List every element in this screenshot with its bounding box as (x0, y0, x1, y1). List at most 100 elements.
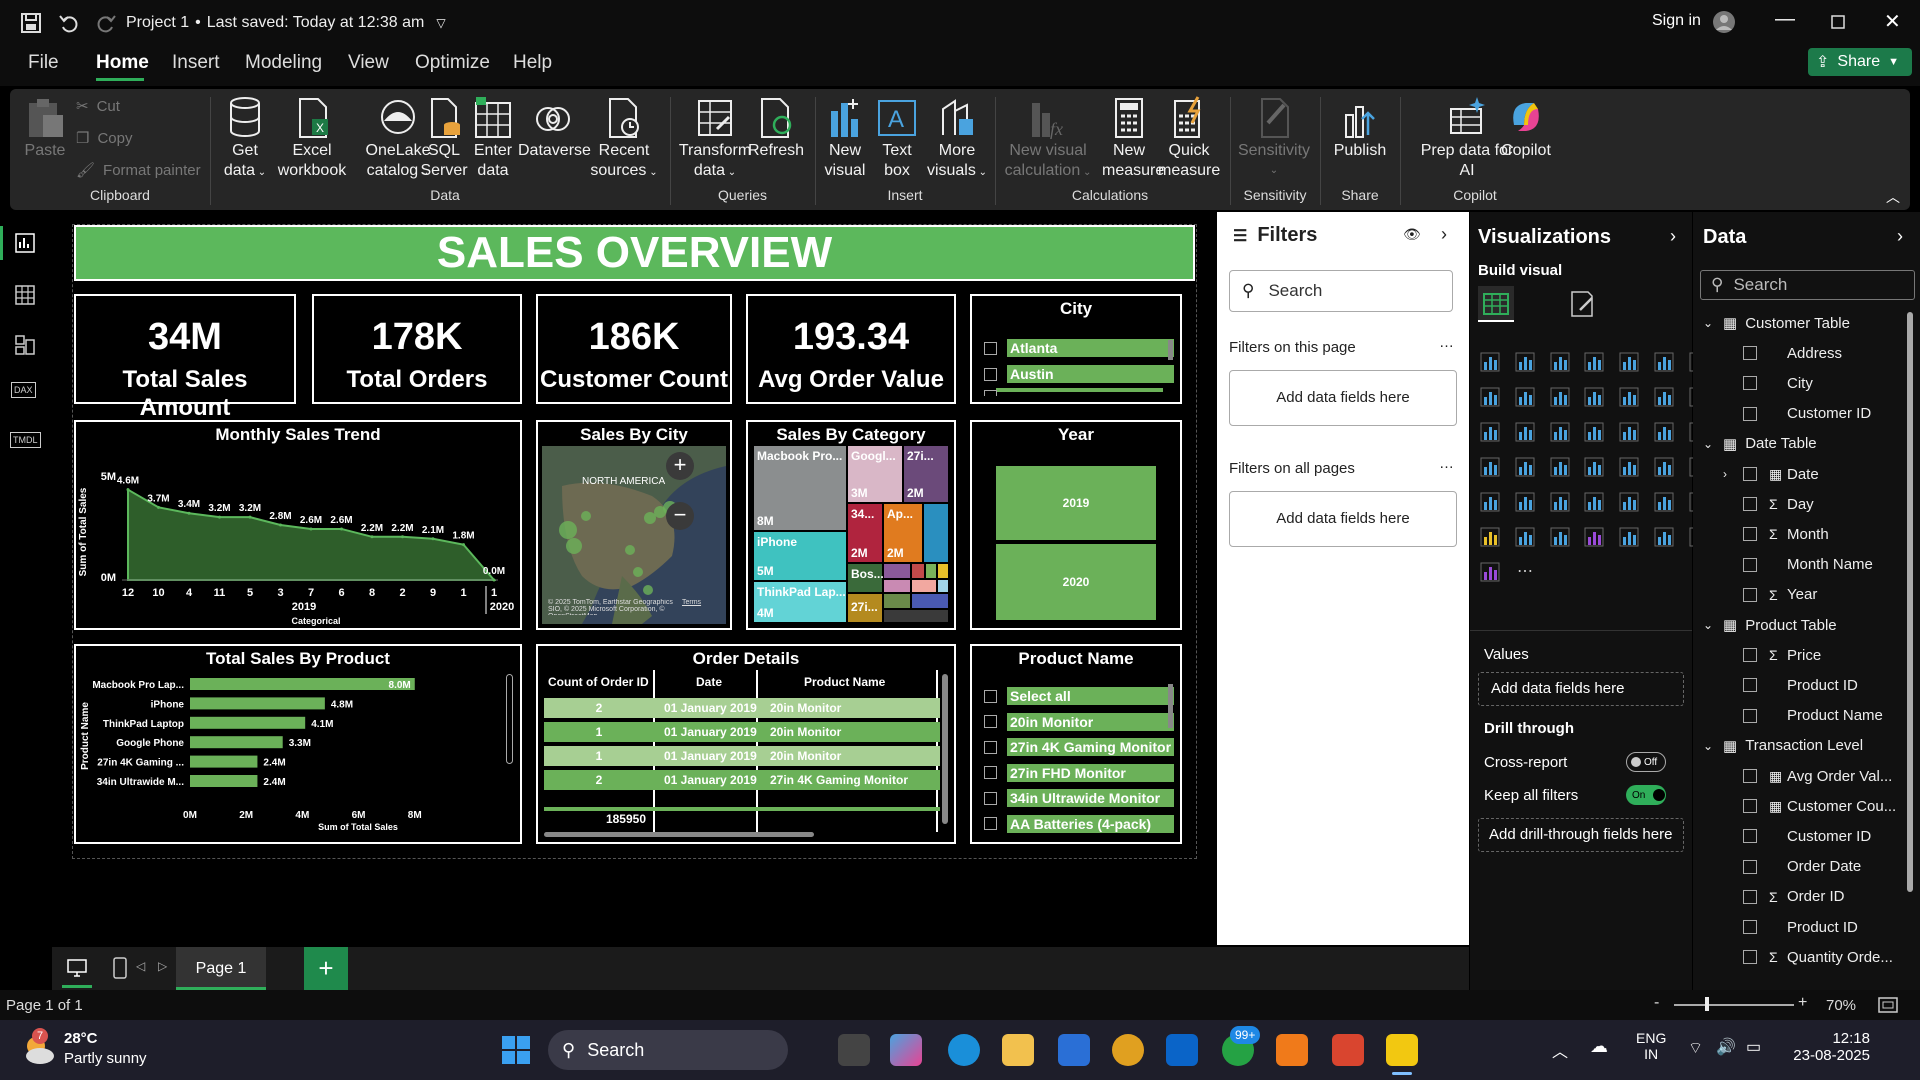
add-page-button[interactable]: + (304, 947, 348, 990)
chevron-up-icon[interactable]: ︿ (1552, 1038, 1568, 1062)
paste-button[interactable]: Paste (22, 95, 68, 161)
new-visual-calculation-button[interactable]: fx New visual calculation ⌄ (1000, 95, 1096, 183)
brave-icon[interactable] (1332, 1034, 1364, 1066)
slicer-item[interactable]: 20in Monitor (984, 712, 1174, 732)
cut-button[interactable]: ✂ Cut (76, 97, 120, 116)
arcgis-icon[interactable] (1548, 525, 1572, 549)
column-header[interactable]: Product Name (804, 675, 885, 689)
metrics-icon[interactable] (1478, 525, 1502, 549)
sql-server-button[interactable]: SQL Server (418, 95, 470, 181)
fit-to-page-icon[interactable] (1878, 997, 1898, 1013)
tab-help[interactable]: Help (513, 52, 552, 74)
report-view-icon[interactable] (14, 232, 36, 254)
treemap-tile[interactable]: Macbook Pro... 8M (754, 446, 846, 530)
checkbox[interactable] (984, 390, 997, 396)
table-node[interactable]: ⌄ ▦ Transaction Level (1703, 735, 1863, 757)
clustered-bar-icon[interactable] (1548, 350, 1572, 374)
checkbox[interactable] (984, 367, 997, 381)
city-slicer[interactable]: City Atlanta Austin (970, 294, 1182, 404)
treemap-icon[interactable] (1617, 420, 1641, 444)
data-point[interactable] (309, 527, 313, 531)
checkbox[interactable] (1743, 859, 1757, 874)
field-item[interactable]: Customer ID (1723, 403, 1871, 425)
checkbox[interactable] (1743, 678, 1757, 693)
weather-widget[interactable]: 7 (22, 1028, 56, 1066)
checkbox[interactable] (984, 715, 997, 728)
kpi-card-customer-count[interactable]: 186K Customer Count (536, 294, 732, 404)
zoom-slider-thumb[interactable] (1705, 997, 1709, 1011)
table-node[interactable]: ⌄ ▦ Product Table (1703, 614, 1837, 636)
card-icon[interactable] (1548, 455, 1572, 479)
minimize-icon[interactable]: — (1775, 8, 1795, 31)
100-bar-icon[interactable] (1617, 350, 1641, 374)
data-point[interactable] (340, 527, 343, 531)
battery-icon[interactable]: ▭ (1746, 1037, 1761, 1057)
field-item[interactable]: Σ Month (1723, 523, 1829, 545)
zoom-slider[interactable] (1674, 1004, 1794, 1006)
year-slicer[interactable]: Year 2019 2020 (970, 420, 1182, 630)
bar[interactable] (190, 775, 258, 787)
data-point[interactable] (462, 543, 465, 547)
more-options-icon[interactable]: … (1439, 455, 1454, 472)
outlook-icon[interactable] (1166, 1034, 1198, 1066)
prev-page-icon[interactable]: ◁ (136, 959, 145, 973)
refresh-button[interactable]: Refresh (746, 95, 806, 161)
treemap-tile[interactable]: Ap... 2M (884, 504, 922, 562)
column-header[interactable]: Date (696, 675, 722, 689)
next-page-icon[interactable]: ▷ (158, 959, 167, 973)
cross-report-toggle[interactable]: Off (1626, 752, 1666, 772)
tmdl-view-icon[interactable]: TMDL (10, 432, 41, 448)
treemap-tile[interactable]: 27i... (848, 594, 882, 622)
slicer-icon[interactable] (1652, 455, 1676, 479)
sensitivity-button[interactable]: Sensitivity ⌄ (1232, 95, 1316, 181)
checkbox[interactable] (984, 341, 997, 355)
vertical-scrollbar[interactable] (942, 674, 948, 824)
field-item[interactable]: ▦ Avg Order Val... (1723, 765, 1892, 787)
tab-insert[interactable]: Insert (172, 52, 220, 74)
pie-icon[interactable] (1548, 420, 1572, 444)
bar[interactable] (190, 755, 258, 768)
zoom-in-icon[interactable]: + (1798, 994, 1807, 1012)
field-item[interactable]: Product Name (1723, 705, 1883, 727)
copilot-app-icon[interactable] (890, 1034, 922, 1066)
document-title[interactable]: Project 1 • Last saved: Today at 12:38 a… (126, 14, 446, 32)
collapse-data-icon[interactable]: › (1897, 226, 1903, 247)
treemap-tile[interactable]: ThinkPad Lap... 4M (754, 582, 846, 622)
field-item[interactable]: Product ID (1723, 674, 1858, 696)
scrollbar[interactable] (1168, 684, 1173, 728)
taskbar-search[interactable]: ⚲ Search (548, 1030, 788, 1070)
scatter-icon[interactable] (1513, 420, 1537, 444)
treemap-tile[interactable] (912, 594, 948, 608)
filters-search-input[interactable]: ⚲ Search (1229, 270, 1453, 312)
kpi-card-total-sales[interactable]: 34M Total Sales Amount (74, 294, 296, 421)
field-item[interactable]: › ▦ Date (1723, 463, 1819, 485)
zoom-out-button[interactable]: − (666, 502, 694, 530)
treemap-tile[interactable]: Bos... (848, 564, 884, 592)
field-item[interactable]: City (1723, 372, 1813, 394)
input-language[interactable]: ENG IN (1636, 1030, 1666, 1062)
treemap-tile[interactable] (926, 564, 936, 578)
redo-icon[interactable] (95, 12, 117, 34)
checkbox[interactable] (1743, 950, 1757, 965)
dax-query-view-icon[interactable]: DAX (11, 382, 36, 398)
checkbox[interactable] (984, 766, 997, 779)
clustered-column-icon[interactable] (1582, 350, 1606, 374)
drill-through-dropzone[interactable]: Add drill-through fields here (1478, 818, 1684, 852)
checkbox[interactable] (1743, 557, 1757, 572)
checkbox[interactable] (1743, 889, 1757, 904)
decomposition-tree-icon[interactable] (1617, 490, 1641, 514)
collapse-viz-icon[interactable]: › (1670, 226, 1676, 247)
data-point[interactable] (492, 578, 496, 582)
table-row[interactable]: 2 01 January 2019 27in 4K Gaming Monitor (544, 770, 940, 790)
data-point[interactable] (248, 515, 252, 519)
checkbox[interactable] (1743, 708, 1757, 723)
page-tab-1[interactable]: Page 1 (176, 947, 266, 990)
mobile-layout-icon[interactable] (112, 957, 128, 979)
data-point[interactable] (187, 511, 191, 515)
field-item[interactable]: Month Name (1723, 554, 1873, 576)
enter-data-button[interactable]: Enter data (470, 95, 516, 181)
treemap-tile[interactable] (912, 564, 924, 578)
multi-row-card-icon[interactable] (1582, 455, 1606, 479)
map-terms-link[interactable]: Terms (682, 599, 701, 606)
collapse-ribbon-icon[interactable]: ︿ (1886, 187, 1900, 207)
